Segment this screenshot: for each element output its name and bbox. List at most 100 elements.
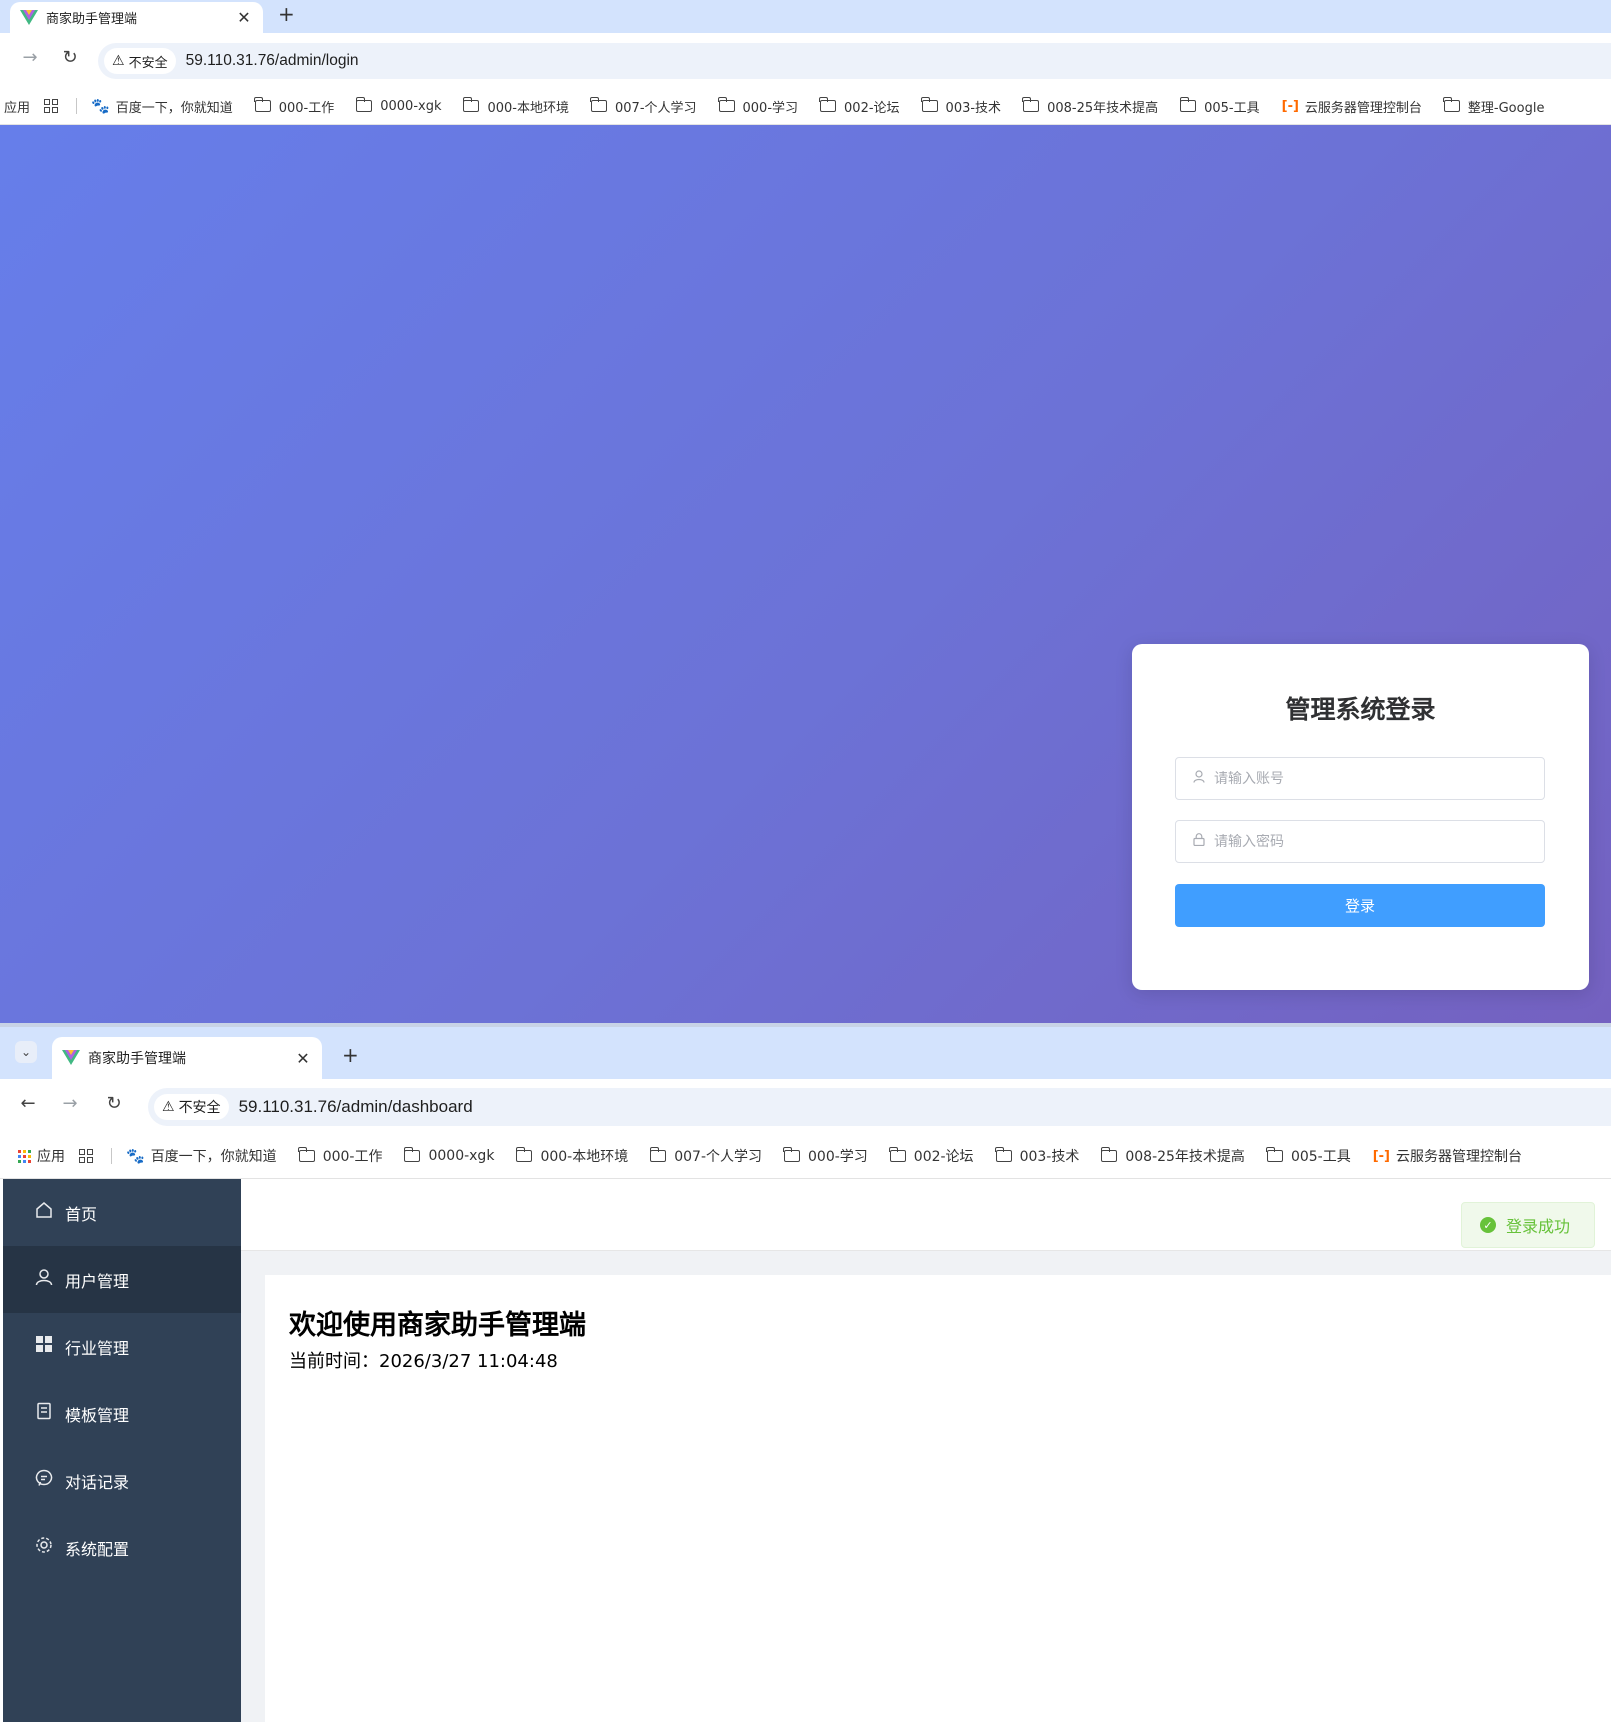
sidebar-item-chat-records[interactable]: 对话记录 bbox=[3, 1447, 241, 1514]
bookmark-aliyun[interactable]: [-] 云服务器管理控制台 bbox=[1282, 97, 1422, 116]
sidebar-item-label: 首页 bbox=[65, 1204, 98, 1224]
bookmark-folder[interactable]: 000-工作 bbox=[298, 1146, 382, 1166]
folder-icon bbox=[1100, 1147, 1118, 1162]
bookmark-folder[interactable]: 005-工具 bbox=[1266, 1146, 1351, 1166]
gear-icon bbox=[33, 1536, 55, 1559]
bookmark-folder[interactable]: 005-工具 bbox=[1179, 97, 1260, 116]
tab-title: 商家助手管理端 bbox=[46, 12, 138, 27]
bookmark-folder[interactable]: 002-论坛 bbox=[819, 97, 900, 116]
security-label: 不安全 bbox=[178, 1100, 221, 1116]
bookmark-folder[interactable]: 000-本地环境 bbox=[515, 1146, 628, 1166]
sidebar-item-users[interactable]: 用户管理 bbox=[3, 1246, 241, 1313]
document-icon bbox=[33, 1402, 55, 1425]
reload-icon[interactable]: ↻ bbox=[58, 47, 82, 68]
bookmark-folder[interactable]: 000-学习 bbox=[783, 1146, 868, 1166]
security-label: 不安全 bbox=[128, 55, 168, 71]
bookmark-apps[interactable]: 应用 bbox=[18, 1146, 65, 1166]
bookmark-folder[interactable]: 003-技术 bbox=[994, 1146, 1079, 1166]
tab-title: 商家助手管理端 bbox=[88, 1051, 186, 1067]
sidebar-item-home[interactable]: 首页 bbox=[3, 1179, 241, 1246]
baidu-paw-icon: 🐾 bbox=[91, 97, 110, 115]
lock-icon bbox=[1192, 833, 1206, 850]
bookmark-folder[interactable]: 整理-Google bbox=[1443, 97, 1544, 116]
success-toast: ✓ 登录成功 bbox=[1461, 1202, 1595, 1248]
bookmark-folder[interactable]: 002-论坛 bbox=[889, 1146, 974, 1166]
aliyun-icon: [-] bbox=[1281, 98, 1299, 114]
bookmark-baidu[interactable]: 🐾 百度一下，你就知道 bbox=[91, 97, 233, 116]
bookmark-grid[interactable] bbox=[79, 1149, 99, 1163]
bookmark-folder[interactable]: 0000-xgk bbox=[403, 1147, 494, 1164]
grid-icon bbox=[33, 1335, 55, 1358]
folder-icon bbox=[649, 1147, 667, 1162]
username-input[interactable] bbox=[1214, 770, 1514, 787]
check-circle-icon: ✓ bbox=[1480, 1217, 1496, 1233]
folder-icon bbox=[783, 1147, 800, 1162]
folder-icon bbox=[403, 1147, 421, 1162]
home-icon bbox=[33, 1201, 55, 1224]
welcome-card: 欢迎使用商家助手管理端 当前时间：2026/3/27 11:04:48 bbox=[265, 1275, 1611, 1722]
warning-icon: ⚠ bbox=[162, 1099, 175, 1115]
reload-icon[interactable]: ↻ bbox=[102, 1093, 126, 1114]
security-chip[interactable]: ⚠ 不安全 bbox=[154, 1094, 229, 1120]
bookmark-separator bbox=[76, 98, 78, 114]
back-icon[interactable]: ← bbox=[16, 1093, 40, 1114]
bookmark-folder[interactable]: 003-技术 bbox=[920, 97, 1001, 116]
password-input[interactable] bbox=[1214, 833, 1514, 850]
bookmark-apps[interactable]: 应用 bbox=[4, 97, 30, 116]
new-tab-icon[interactable]: + bbox=[278, 2, 295, 26]
apps-icon bbox=[18, 1149, 31, 1163]
browser-tab-active[interactable]: 商家助手管理端 ✕ bbox=[52, 1037, 322, 1079]
browser-tab-active[interactable]: 商家助手管理端 ✕ bbox=[10, 2, 263, 33]
bookmark-grid[interactable] bbox=[44, 99, 64, 113]
grid-icon bbox=[44, 99, 59, 113]
sidebar-item-label: 对话记录 bbox=[65, 1472, 130, 1492]
forward-icon[interactable]: → bbox=[58, 1093, 82, 1114]
bookmark-folder[interactable]: 007-个人学习 bbox=[590, 97, 697, 116]
bookmark-folder[interactable]: 0000-xgk bbox=[355, 97, 441, 114]
bookmark-folder[interactable]: 008-25年技术提高 bbox=[1100, 1146, 1245, 1166]
url-text: 59.110.31.76/admin/login bbox=[185, 52, 359, 69]
username-field[interactable] bbox=[1175, 757, 1545, 800]
forward-icon[interactable]: → bbox=[18, 47, 42, 68]
bookmark-folder[interactable]: 000-学习 bbox=[717, 97, 798, 116]
bookmark-folder[interactable]: 000-工作 bbox=[254, 97, 334, 116]
folder-icon bbox=[590, 97, 607, 112]
bookmarks-bar: 应用 🐾 百度一下，你就知道 000-工作 0000-xgk 000-本地环境 0… bbox=[0, 1134, 1611, 1179]
sidebar-item-label: 行业管理 bbox=[65, 1338, 130, 1358]
folder-icon bbox=[819, 97, 837, 112]
tab-close-icon[interactable]: ✕ bbox=[235, 8, 253, 27]
current-time: 当前时间：2026/3/27 11:04:48 bbox=[289, 1351, 558, 1372]
bookmark-folder[interactable]: 007-个人学习 bbox=[649, 1146, 762, 1166]
browser-toolbar: → ↻ ⚠ 不安全 59.110.31.76/admin/login bbox=[0, 33, 1611, 88]
folder-icon bbox=[254, 97, 271, 112]
aliyun-icon: [-] bbox=[1372, 1148, 1390, 1164]
bookmark-folder[interactable]: 000-本地环境 bbox=[462, 97, 569, 116]
folder-icon bbox=[1443, 97, 1460, 112]
baidu-paw-icon: 🐾 bbox=[126, 1147, 145, 1165]
new-tab-icon[interactable]: + bbox=[342, 1043, 359, 1067]
sidebar-item-system-config[interactable]: 系统配置 bbox=[3, 1514, 241, 1581]
security-chip[interactable]: ⚠ 不安全 bbox=[104, 48, 176, 74]
folder-icon bbox=[889, 1147, 906, 1162]
folder-icon bbox=[920, 97, 938, 112]
bookmark-baidu[interactable]: 🐾 百度一下，你就知道 bbox=[126, 1146, 277, 1166]
address-bar[interactable]: ⚠ 不安全 59.110.31.76/admin/login bbox=[98, 43, 1611, 79]
sidebar-item-label: 用户管理 bbox=[65, 1271, 130, 1291]
address-bar[interactable]: ⚠ 不安全 59.110.31.76/admin/dashboard bbox=[148, 1088, 1611, 1126]
folder-icon bbox=[1179, 97, 1197, 112]
bookmark-aliyun[interactable]: [-] 云服务器管理控制台 bbox=[1373, 1146, 1522, 1166]
folder-icon bbox=[1266, 1147, 1283, 1162]
folder-icon bbox=[717, 97, 735, 112]
password-field[interactable] bbox=[1175, 820, 1545, 863]
sidebar-item-industry[interactable]: 行业管理 bbox=[3, 1313, 241, 1380]
browser-toolbar: ← → ↻ ⚠ 不安全 59.110.31.76/admin/dashboard bbox=[0, 1079, 1611, 1134]
tab-search-chevron-icon[interactable]: ⌄ bbox=[15, 1041, 37, 1063]
tab-close-icon[interactable]: ✕ bbox=[294, 1049, 312, 1068]
sidebar-menu: 首页 用户管理 行业管理 模板管理 对话记录 系统配置 bbox=[3, 1179, 241, 1722]
folder-icon bbox=[994, 1147, 1012, 1162]
bookmark-folder[interactable]: 008-25年技术提高 bbox=[1022, 97, 1158, 116]
sidebar-item-templates[interactable]: 模板管理 bbox=[3, 1380, 241, 1447]
login-title: 管理系统登录 bbox=[1285, 695, 1436, 724]
warning-icon: ⚠ bbox=[112, 53, 125, 69]
login-button[interactable]: 登录 bbox=[1175, 884, 1545, 927]
